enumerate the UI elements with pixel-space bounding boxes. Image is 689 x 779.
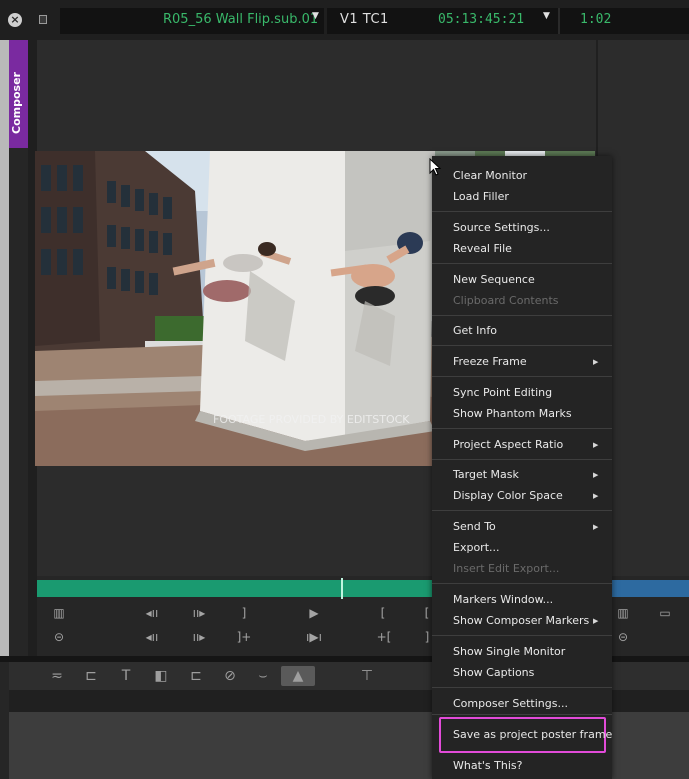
effect-mode-icon[interactable]: ◧ xyxy=(150,666,172,686)
menu-item-show-single-monitor[interactable]: Show Single Monitor xyxy=(453,645,565,658)
menu-item-get-info[interactable]: Get Info xyxy=(453,324,497,337)
close-icon[interactable]: × xyxy=(8,13,22,27)
submenu-arrow-icon: ▶ xyxy=(593,471,599,479)
quick-transition-icon[interactable]: ⊏ xyxy=(80,666,102,686)
step-back-icon[interactable]: ◂ıı xyxy=(140,606,164,620)
menu-item-source-settings[interactable]: Source Settings... xyxy=(453,221,550,234)
menu-item-sync-point-editing[interactable]: Sync Point Editing xyxy=(453,386,552,399)
submenu-arrow-icon: ▶ xyxy=(593,358,599,366)
duration-display: 1:02 xyxy=(580,12,612,27)
chevron-down-icon[interactable]: ▼ xyxy=(312,11,319,21)
menu-item-export[interactable]: Export... xyxy=(453,541,500,554)
mark-in-icon[interactable]: [ xyxy=(377,606,389,620)
go-to-in-icon[interactable]: +[ xyxy=(372,630,396,644)
lift-overwrite-icon[interactable]: ⊏ xyxy=(185,666,207,686)
submenu-arrow-icon: ▶ xyxy=(593,617,599,625)
menu-item-clipboard-contents: Clipboard Contents xyxy=(453,294,559,307)
audio-mixer-icon[interactable]: ⌣ xyxy=(252,666,274,686)
divider xyxy=(558,8,560,34)
menu-item-show-captions[interactable]: Show Captions xyxy=(453,666,534,679)
timecode-display: 05:13:45:21 xyxy=(438,12,525,27)
composer-window: × R05_56 Wall Flip.sub.01 ▼ V1 TC1 05:13… xyxy=(0,0,689,779)
single-monitor-icon[interactable]: ▭ xyxy=(656,606,674,620)
menu-separator xyxy=(432,687,612,688)
menu-separator xyxy=(432,376,612,377)
left-edge-strip xyxy=(0,40,9,656)
effect-editor-icon[interactable]: ≂ xyxy=(46,666,68,686)
menu-item-save-as-poster-frame[interactable]: Save as project poster frame xyxy=(453,728,612,741)
play-icon[interactable]: ▶ xyxy=(306,606,322,620)
link-icon[interactable]: ⊝ xyxy=(50,630,68,644)
menu-item-show-composer-markers[interactable]: Show Composer Markers xyxy=(453,614,589,627)
menu-item-clear-monitor[interactable]: Clear Monitor xyxy=(453,169,527,182)
bin-icon-right[interactable]: ▥ xyxy=(614,606,632,620)
menu-separator xyxy=(432,211,612,212)
menu-item-whats-this[interactable]: What's This? xyxy=(453,759,522,772)
menu-item-markers-window[interactable]: Markers Window... xyxy=(453,593,553,606)
menu-item-send-to[interactable]: Send To xyxy=(453,520,496,533)
playhead[interactable] xyxy=(341,578,343,599)
menu-separator xyxy=(432,315,612,316)
title-tool-icon[interactable]: T xyxy=(115,666,137,686)
menu-item-show-phantom-marks[interactable]: Show Phantom Marks xyxy=(453,407,572,420)
composer-tab-label: Composer xyxy=(10,72,23,134)
remove-effect-icon[interactable]: ⊘ xyxy=(219,666,241,686)
menu-item-composer-settings[interactable]: Composer Settings... xyxy=(453,697,568,710)
menu-separator xyxy=(432,635,612,636)
segment-mode-icon[interactable]: ⊤ xyxy=(356,666,378,686)
menu-item-display-color-space[interactable]: Display Color Space xyxy=(453,489,563,502)
track-label: V1 TC1 xyxy=(340,12,389,27)
step-forward-icon[interactable]: ıı▸ xyxy=(187,606,211,620)
menu-item-reveal-file[interactable]: Reveal File xyxy=(453,242,512,255)
mouse-cursor-icon xyxy=(429,158,442,176)
mark-out-icon[interactable]: ] xyxy=(238,606,250,620)
menu-separator xyxy=(432,459,612,460)
menu-item-new-sequence[interactable]: New Sequence xyxy=(453,273,535,286)
position-bar-right[interactable] xyxy=(612,580,689,597)
menu-item-freeze-frame[interactable]: Freeze Frame xyxy=(453,355,527,368)
fast-forward-icon[interactable]: ıı▸ xyxy=(187,630,211,644)
menu-item-insert-edit-export: Insert Edit Export... xyxy=(453,562,560,575)
link-icon-right[interactable]: ⊝ xyxy=(614,630,632,644)
menu-separator xyxy=(432,263,612,264)
menu-separator xyxy=(432,428,612,429)
chevron-down-icon[interactable]: ▼ xyxy=(543,11,550,21)
bin-icon[interactable]: ▥ xyxy=(50,606,68,620)
menu-separator xyxy=(432,345,612,346)
menu-separator xyxy=(432,714,612,715)
trim-mode-icon[interactable]: ▲ xyxy=(281,666,315,686)
submenu-arrow-icon: ▶ xyxy=(593,523,599,531)
watermark-text: FOOTAGE PROVIDED BY EDITSTOCK xyxy=(213,413,410,426)
menu-separator xyxy=(432,510,612,511)
play-in-to-out-icon[interactable]: ı▶ı xyxy=(302,630,326,644)
menu-item-target-mask[interactable]: Target Mask xyxy=(453,468,519,481)
menu-item-project-aspect-ratio[interactable]: Project Aspect Ratio xyxy=(453,438,563,451)
submenu-arrow-icon: ▶ xyxy=(593,492,599,500)
monitor-menu-icon[interactable] xyxy=(39,15,47,24)
submenu-arrow-icon: ▶ xyxy=(593,441,599,449)
rewind-icon[interactable]: ◂ıı xyxy=(140,630,164,644)
menu-separator xyxy=(432,583,612,584)
go-to-out-icon[interactable]: ]+ xyxy=(232,630,256,644)
clip-name-label: R05_56 Wall Flip.sub.01 xyxy=(163,12,319,27)
menu-item-load-filler[interactable]: Load Filler xyxy=(453,190,509,203)
